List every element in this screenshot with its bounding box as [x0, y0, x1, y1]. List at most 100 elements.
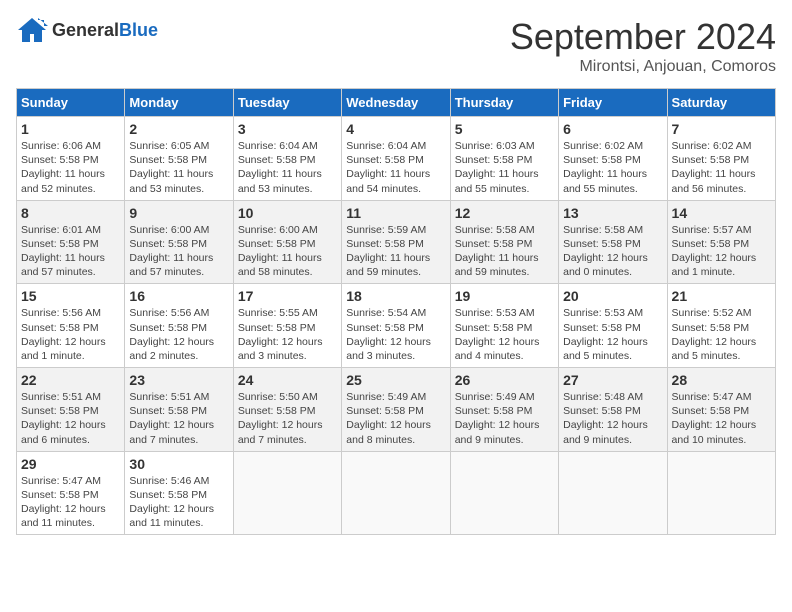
day-info: Sunrise: 6:05 AMSunset: 5:58 PMDaylight:…: [129, 139, 228, 196]
day-number: 18: [346, 288, 445, 304]
col-monday: Monday: [125, 89, 233, 117]
calendar-cell: 25 Sunrise: 5:49 AMSunset: 5:58 PMDayligh…: [342, 368, 450, 452]
col-saturday: Saturday: [667, 89, 775, 117]
calendar-cell: 21 Sunrise: 5:52 AMSunset: 5:58 PMDayligh…: [667, 284, 775, 368]
day-info: Sunrise: 6:02 AMSunset: 5:58 PMDaylight:…: [563, 139, 662, 196]
col-thursday: Thursday: [450, 89, 558, 117]
day-info: Sunrise: 5:53 AMSunset: 5:58 PMDaylight:…: [455, 306, 554, 363]
day-info: Sunrise: 5:49 AMSunset: 5:58 PMDaylight:…: [346, 390, 445, 447]
calendar-cell: 17 Sunrise: 5:55 AMSunset: 5:58 PMDayligh…: [233, 284, 341, 368]
col-tuesday: Tuesday: [233, 89, 341, 117]
day-info: Sunrise: 5:56 AMSunset: 5:58 PMDaylight:…: [21, 306, 120, 363]
day-info: Sunrise: 5:47 AMSunset: 5:58 PMDaylight:…: [21, 474, 120, 531]
day-number: 4: [346, 121, 445, 137]
day-info: Sunrise: 6:06 AMSunset: 5:58 PMDaylight:…: [21, 139, 120, 196]
calendar-cell: 22 Sunrise: 5:51 AMSunset: 5:58 PMDayligh…: [17, 368, 125, 452]
day-info: Sunrise: 5:54 AMSunset: 5:58 PMDaylight:…: [346, 306, 445, 363]
calendar-cell: 19Sunrise: 5:53 AMSunset: 5:58 PMDayligh…: [450, 284, 558, 368]
day-number: 20: [563, 288, 662, 304]
day-info: Sunrise: 5:52 AMSunset: 5:58 PMDaylight:…: [672, 306, 771, 363]
calendar-cell: 23Sunrise: 5:51 AMSunset: 5:58 PMDayligh…: [125, 368, 233, 452]
day-info: Sunrise: 5:48 AMSunset: 5:58 PMDaylight:…: [563, 390, 662, 447]
day-number: 24: [238, 372, 337, 388]
calendar-cell: 6 Sunrise: 6:02 AMSunset: 5:58 PMDaylight…: [559, 117, 667, 201]
day-number: 17: [238, 288, 337, 304]
day-info: Sunrise: 5:46 AMSunset: 5:58 PMDaylight:…: [129, 474, 228, 531]
col-wednesday: Wednesday: [342, 89, 450, 117]
day-number: 26: [455, 372, 554, 388]
calendar-cell: 14 Sunrise: 5:57 AMSunset: 5:58 PMDayligh…: [667, 200, 775, 284]
calendar-cell: [233, 451, 341, 535]
calendar-week-row: 29 Sunrise: 5:47 AMSunset: 5:58 PMDayligh…: [17, 451, 776, 535]
day-number: 21: [672, 288, 771, 304]
calendar-cell: 12 Sunrise: 5:58 AMSunset: 5:58 PMDayligh…: [450, 200, 558, 284]
calendar-cell: 10 Sunrise: 6:00 AMSunset: 5:58 PMDayligh…: [233, 200, 341, 284]
calendar-table: Sunday Monday Tuesday Wednesday Thursday…: [16, 88, 776, 535]
day-info: Sunrise: 5:57 AMSunset: 5:58 PMDaylight:…: [672, 223, 771, 280]
day-info: Sunrise: 6:01 AMSunset: 5:58 PMDaylight:…: [21, 223, 120, 280]
day-number: 6: [563, 121, 662, 137]
day-info: Sunrise: 5:49 AMSunset: 5:58 PMDaylight:…: [455, 390, 554, 447]
calendar-cell: 7 Sunrise: 6:02 AMSunset: 5:58 PMDaylight…: [667, 117, 775, 201]
day-number: 13: [563, 205, 662, 221]
day-info: Sunrise: 6:04 AMSunset: 5:58 PMDaylight:…: [346, 139, 445, 196]
day-info: Sunrise: 6:04 AMSunset: 5:58 PMDaylight:…: [238, 139, 337, 196]
logo-text: GeneralBlue: [52, 21, 158, 40]
day-info: Sunrise: 5:59 AMSunset: 5:58 PMDaylight:…: [346, 223, 445, 280]
day-info: Sunrise: 5:51 AMSunset: 5:58 PMDaylight:…: [129, 390, 228, 447]
day-number: 25: [346, 372, 445, 388]
day-info: Sunrise: 6:00 AMSunset: 5:58 PMDaylight:…: [129, 223, 228, 280]
day-number: 22: [21, 372, 120, 388]
day-number: 5: [455, 121, 554, 137]
day-number: 28: [672, 372, 771, 388]
col-friday: Friday: [559, 89, 667, 117]
calendar-cell: 11Sunrise: 5:59 AMSunset: 5:58 PMDayligh…: [342, 200, 450, 284]
day-number: 27: [563, 372, 662, 388]
day-number: 10: [238, 205, 337, 221]
location-title: Mirontsi, Anjouan, Comoros: [510, 58, 776, 76]
calendar-cell: 29 Sunrise: 5:47 AMSunset: 5:58 PMDayligh…: [17, 451, 125, 535]
calendar-cell: 8 Sunrise: 6:01 AMSunset: 5:58 PMDaylight…: [17, 200, 125, 284]
calendar-cell: 27 Sunrise: 5:48 AMSunset: 5:58 PMDayligh…: [559, 368, 667, 452]
calendar-cell: 20 Sunrise: 5:53 AMSunset: 5:58 PMDayligh…: [559, 284, 667, 368]
day-info: Sunrise: 5:58 AMSunset: 5:58 PMDaylight:…: [455, 223, 554, 280]
day-info: Sunrise: 5:51 AMSunset: 5:58 PMDaylight:…: [21, 390, 120, 447]
title-block: September 2024 Mirontsi, Anjouan, Comoro…: [510, 16, 776, 76]
calendar-cell: 1 Sunrise: 6:06 AMSunset: 5:58 PMDaylight…: [17, 117, 125, 201]
day-number: 9: [129, 205, 228, 221]
day-info: Sunrise: 6:00 AMSunset: 5:58 PMDaylight:…: [238, 223, 337, 280]
calendar-week-row: 22 Sunrise: 5:51 AMSunset: 5:58 PMDayligh…: [17, 368, 776, 452]
day-info: Sunrise: 5:55 AMSunset: 5:58 PMDaylight:…: [238, 306, 337, 363]
day-number: 1: [21, 121, 120, 137]
day-number: 7: [672, 121, 771, 137]
day-info: Sunrise: 6:03 AMSunset: 5:58 PMDaylight:…: [455, 139, 554, 196]
calendar-cell: 3Sunrise: 6:04 AMSunset: 5:58 PMDaylight…: [233, 117, 341, 201]
calendar-cell: 9 Sunrise: 6:00 AMSunset: 5:58 PMDaylight…: [125, 200, 233, 284]
logo-general: General: [52, 20, 119, 40]
calendar-header-row: Sunday Monday Tuesday Wednesday Thursday…: [17, 89, 776, 117]
calendar-cell: 4 Sunrise: 6:04 AMSunset: 5:58 PMDaylight…: [342, 117, 450, 201]
calendar-cell: 15Sunrise: 5:56 AMSunset: 5:58 PMDayligh…: [17, 284, 125, 368]
calendar-cell: [342, 451, 450, 535]
calendar-cell: 5 Sunrise: 6:03 AMSunset: 5:58 PMDaylight…: [450, 117, 558, 201]
calendar-cell: 26 Sunrise: 5:49 AMSunset: 5:58 PMDayligh…: [450, 368, 558, 452]
calendar-cell: [667, 451, 775, 535]
day-number: 8: [21, 205, 120, 221]
calendar-cell: [450, 451, 558, 535]
day-number: 29: [21, 456, 120, 472]
day-number: 2: [129, 121, 228, 137]
calendar-cell: 2 Sunrise: 6:05 AMSunset: 5:58 PMDaylight…: [125, 117, 233, 201]
day-info: Sunrise: 5:50 AMSunset: 5:58 PMDaylight:…: [238, 390, 337, 447]
logo-blue: Blue: [119, 20, 158, 40]
day-info: Sunrise: 5:53 AMSunset: 5:58 PMDaylight:…: [563, 306, 662, 363]
calendar-cell: 30 Sunrise: 5:46 AMSunset: 5:58 PMDayligh…: [125, 451, 233, 535]
page-header: GeneralBlue September 2024 Mirontsi, Anj…: [16, 16, 776, 76]
calendar-cell: 13 Sunrise: 5:58 AMSunset: 5:58 PMDayligh…: [559, 200, 667, 284]
day-info: Sunrise: 6:02 AMSunset: 5:58 PMDaylight:…: [672, 139, 771, 196]
calendar-week-row: 15Sunrise: 5:56 AMSunset: 5:58 PMDayligh…: [17, 284, 776, 368]
day-number: 14: [672, 205, 771, 221]
day-number: 30: [129, 456, 228, 472]
day-number: 12: [455, 205, 554, 221]
day-info: Sunrise: 5:47 AMSunset: 5:58 PMDaylight:…: [672, 390, 771, 447]
day-info: Sunrise: 5:58 AMSunset: 5:58 PMDaylight:…: [563, 223, 662, 280]
